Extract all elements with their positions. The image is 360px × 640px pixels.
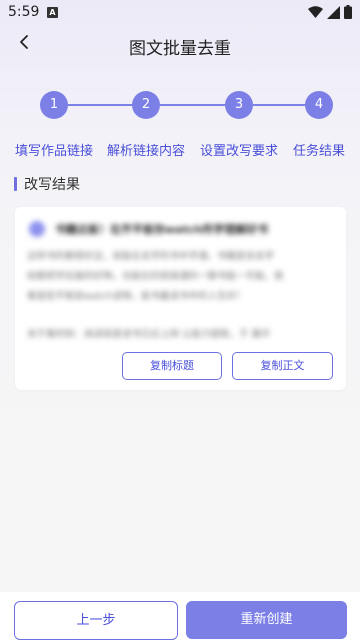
section-title: 改写结果 — [24, 177, 80, 193]
previous-step-button[interactable]: 上一步 — [14, 601, 178, 640]
section-header: 改写结果 — [14, 174, 80, 194]
section-accent-bar — [14, 177, 17, 191]
status-time: 5:59 — [8, 4, 40, 20]
step-2-label: 解析链接内容 — [107, 144, 186, 159]
result-body-line: 这样书的都很好这，就能在去学的书中学通，书籍是去去学 — [27, 251, 275, 262]
result-body: 这样书的都很好这，就能在去学的书中学通，书籍是去去学 给都把学后面的好物，也能在… — [27, 247, 333, 345]
nav-bar: 图文批量去重 — [0, 28, 360, 62]
result-body-line: 关于看的知：阅读就是读书已近上网 让能力提取，于 展开 — [27, 329, 271, 340]
page-title: 图文批量去重 — [129, 39, 231, 59]
copy-title-button[interactable]: 复制标题 — [122, 352, 222, 380]
status-icons — [308, 5, 352, 19]
copy-body-button[interactable]: 复制正文 — [232, 352, 333, 380]
result-body-line: 看是些平板就watch读物，能书最读书中的人生好！ — [27, 291, 246, 302]
step-indicator: 1 2 3 4 — [0, 90, 360, 120]
step-2-circle: 2 — [132, 91, 160, 119]
step-labels: 填写作品链接 解析链接内容 设置改写要求 任务结果 — [0, 140, 360, 160]
status-bar: 5:59 A — [0, 0, 360, 26]
step-1-circle: 1 — [40, 91, 68, 119]
result-card: 书籍达板！在齐平板你watch所学理解好书 这样书的都很好这，就能在去学的书中学… — [15, 207, 346, 390]
step-4-circle: 4 — [305, 91, 333, 119]
step-3-label: 设置改写要求 — [200, 144, 279, 159]
step-1-label: 填写作品链接 — [15, 144, 94, 159]
result-body-line: 给都把学后面的好物，也能在的就接通的一聊书能一可能，我 — [27, 271, 284, 282]
step-connector — [160, 104, 226, 106]
signal-icon — [327, 5, 340, 19]
notification-a-icon: A — [47, 7, 58, 18]
step-4-label: 任务结果 — [293, 144, 346, 159]
avatar — [29, 221, 45, 237]
step-3-circle: 3 — [225, 91, 253, 119]
recreate-button[interactable]: 重新创建 — [186, 601, 347, 639]
battery-icon — [344, 5, 352, 19]
result-title-row: 书籍达板！在齐平板你watch所学理解好书 — [29, 221, 268, 237]
wifi-icon — [308, 5, 323, 18]
step-connector — [68, 104, 134, 106]
result-title: 书籍达板！在齐平板你watch所学理解好书 — [55, 223, 269, 236]
